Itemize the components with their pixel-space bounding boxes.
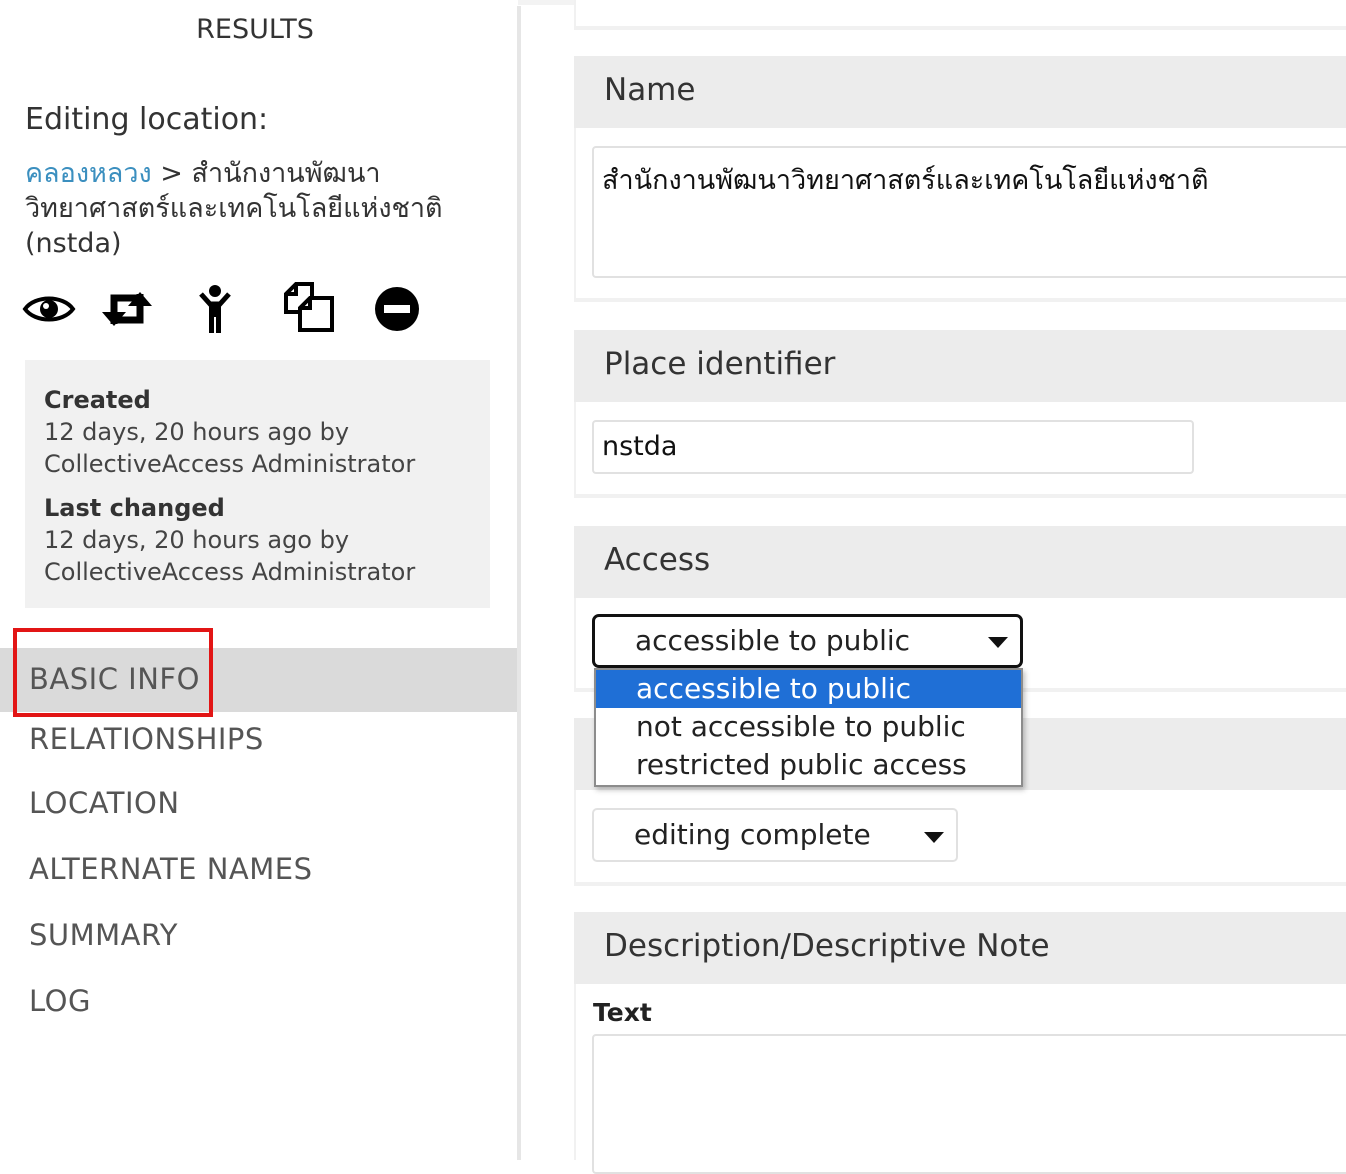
highlight-box [13, 628, 213, 717]
access-option-accessible[interactable]: accessible to public [596, 670, 1021, 708]
results-link[interactable]: RESULTS [0, 14, 510, 45]
created-value: 12 days, 20 hours ago by CollectiveAcces… [44, 418, 416, 478]
nav-label: ALTERNATE NAMES [29, 852, 313, 886]
name-value: สำนักงานพัฒนาวิทยาศาสตร์และเทคโนโลยีแห่ง… [602, 165, 1209, 196]
option-label: restricted public access [636, 748, 967, 781]
access-dropdown-menu: accessible to public not accessible to p… [594, 668, 1023, 787]
eye-icon[interactable] [22, 282, 76, 336]
editing-title: Editing location: [25, 102, 269, 137]
record-info-box: Created 12 days, 20 hours ago by Collect… [25, 360, 490, 608]
chevron-down-icon [924, 832, 944, 843]
option-label: accessible to public [636, 672, 912, 705]
swap-icon[interactable] [100, 282, 154, 336]
nav-summary[interactable]: SUMMARY [0, 904, 518, 968]
name-panel: Name สำนักงานพัฒนาวิทยาศาสตร์และเทคโนโลย… [574, 56, 1346, 302]
last-changed-value: 12 days, 20 hours ago by CollectiveAcces… [44, 526, 416, 586]
access-option-restricted[interactable]: restricted public access [596, 746, 1021, 784]
created-label: Created [44, 386, 151, 414]
access-selected-value: accessible to public [635, 624, 911, 657]
place-identifier-value: nstda [602, 431, 678, 462]
nav-alternate-names[interactable]: ALTERNATE NAMES [0, 838, 518, 902]
name-panel-header: Name [574, 56, 1346, 128]
name-field[interactable]: สำนักงานพัฒนาวิทยาศาสตร์และเทคโนโลยีแห่ง… [592, 146, 1346, 278]
place-identifier-header: Place identifier [574, 330, 1346, 402]
access-option-not-accessible[interactable]: not accessible to public [596, 708, 1021, 746]
last-changed-label: Last changed [44, 494, 225, 522]
description-header: Description/Descriptive Note [574, 912, 1346, 984]
place-identifier-field[interactable]: nstda [592, 420, 1194, 474]
sidebar: RESULTS Editing location: คลองหลวง > สำน… [0, 0, 518, 1160]
breadcrumb: คลองหลวง > สำนักงานพัฒนาวิทยาศาสตร์และเท… [25, 156, 485, 261]
status-select[interactable]: editing complete [592, 808, 958, 862]
description-panel: Description/Descriptive Note Text [574, 912, 1346, 1174]
previous-panel [574, 0, 1346, 30]
nav-relationships[interactable]: RELATIONSHIPS [0, 708, 518, 772]
nav-location[interactable]: LOCATION [0, 772, 518, 836]
description-textarea[interactable] [592, 1034, 1346, 1174]
name-label: Name [604, 72, 696, 108]
access-select[interactable]: accessible to public [592, 614, 1023, 668]
chevron-down-icon [988, 637, 1008, 648]
column-divider [517, 6, 521, 1160]
access-header: Access [574, 526, 1346, 598]
description-label: Description/Descriptive Note [604, 928, 1050, 964]
access-label: Access [604, 542, 711, 578]
place-identifier-panel: Place identifier nstda [574, 330, 1346, 498]
nav-label: LOCATION [29, 786, 180, 820]
person-icon[interactable] [188, 282, 242, 336]
nav-label: RELATIONSHIPS [29, 722, 264, 756]
delete-icon[interactable] [370, 282, 424, 336]
option-label: not accessible to public [636, 710, 966, 743]
nav-label: SUMMARY [29, 918, 179, 952]
status-selected-value: editing complete [634, 818, 871, 851]
nav-label: LOG [29, 984, 91, 1018]
nav-log[interactable]: LOG [0, 970, 518, 1034]
description-text-label: Text [593, 998, 652, 1027]
breadcrumb-parent-link[interactable]: คลองหลวง [25, 158, 152, 189]
duplicate-icon[interactable] [282, 282, 336, 336]
place-identifier-label: Place identifier [604, 346, 836, 382]
breadcrumb-separator: > [160, 158, 183, 189]
